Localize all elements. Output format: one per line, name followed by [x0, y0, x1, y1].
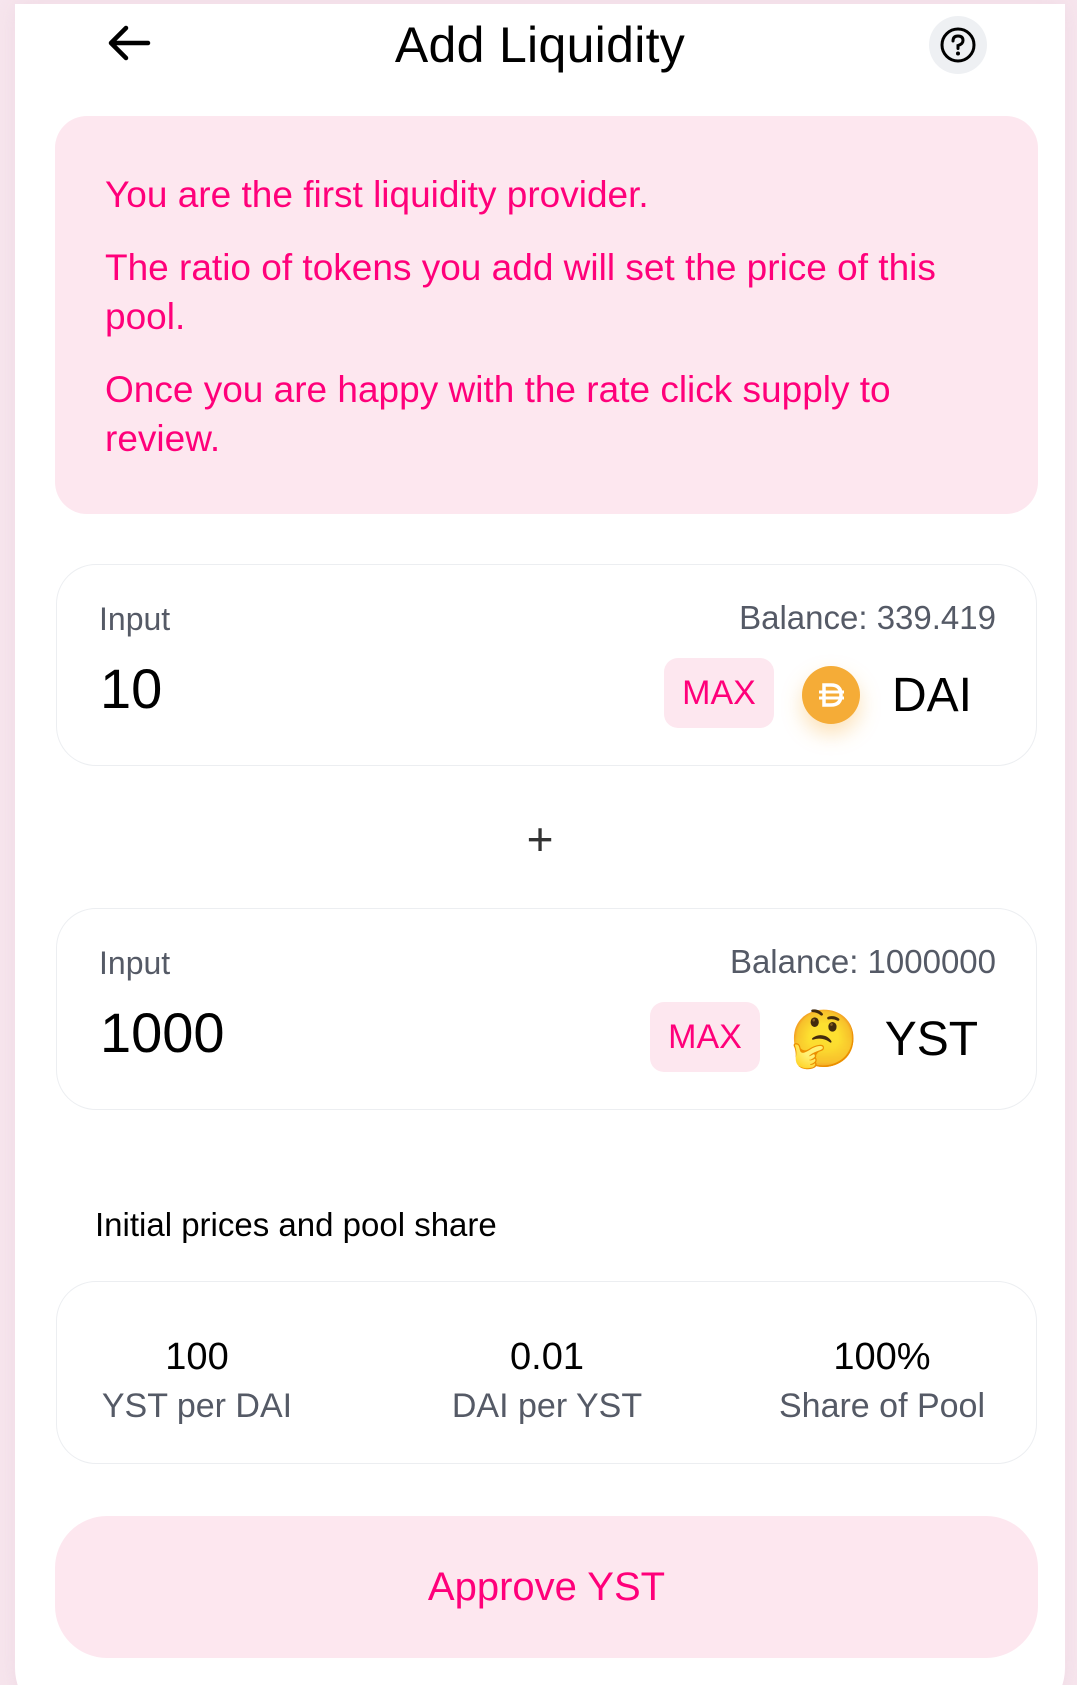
stat-label: Share of Pool	[778, 1387, 986, 1425]
approve-yst-button[interactable]: Approve YST	[55, 1516, 1038, 1658]
first-provider-notice: You are the first liquidity provider. Th…	[55, 116, 1038, 514]
price-yst-per-dai: 100 YST per DAI	[57, 1334, 337, 1432]
balance-text: Balance: 1000000	[729, 943, 996, 980]
amount-input-yst[interactable]	[100, 995, 560, 1069]
stat-label: DAI per YST	[451, 1387, 643, 1425]
notice-line: You are the first liquidity provider.	[105, 174, 649, 215]
stat-value: 100	[165, 1336, 229, 1378]
max-button-yst[interactable]: MAX	[650, 1002, 760, 1072]
max-button-dai[interactable]: MAX	[664, 658, 774, 728]
token-input-panel-yst: Input Balance: 1000000 MAX 🤔 YST	[56, 908, 1037, 1110]
price-dai-per-yst: 0.01 DAI per YST	[397, 1334, 697, 1432]
share-of-pool: 100% Share of Pool	[737, 1334, 1027, 1432]
dai-token-icon	[802, 666, 860, 724]
stat-label: YST per DAI	[101, 1387, 293, 1425]
token-select-yst[interactable]: 🤔 YST	[789, 989, 978, 1089]
header: Add Liquidity	[15, 4, 1065, 94]
input-label: Input	[99, 945, 171, 981]
token-symbol: YST	[884, 1012, 979, 1066]
notice-line: The ratio of tokens you add will set the…	[105, 247, 936, 337]
stat-value: 100%	[833, 1336, 931, 1378]
thinking-face-emoji: 🤔	[789, 1007, 859, 1070]
question-circle-icon	[940, 27, 976, 63]
help-button[interactable]	[929, 16, 987, 74]
page-title: Add Liquidity	[394, 17, 686, 73]
stat-value: 0.01	[510, 1336, 584, 1378]
token-input-panel-dai: Input Balance: 339.419 MAX DAI	[56, 564, 1037, 766]
amount-input-dai[interactable]	[100, 651, 560, 725]
plus-icon: +	[526, 813, 554, 865]
prices-panel: 100 YST per DAI 0.01 DAI per YST 100% Sh…	[56, 1281, 1037, 1464]
token-select-dai[interactable]: DAI	[802, 645, 972, 745]
add-liquidity-card: Add Liquidity You are the first liquidit…	[15, 4, 1065, 1685]
balance-text: Balance: 339.419	[739, 599, 996, 636]
input-label: Input	[99, 601, 171, 637]
token-symbol: DAI	[892, 668, 973, 722]
notice-line: Once you are happy with the rate click s…	[105, 369, 891, 459]
prices-section-title: Initial prices and pool share	[95, 1206, 497, 1243]
